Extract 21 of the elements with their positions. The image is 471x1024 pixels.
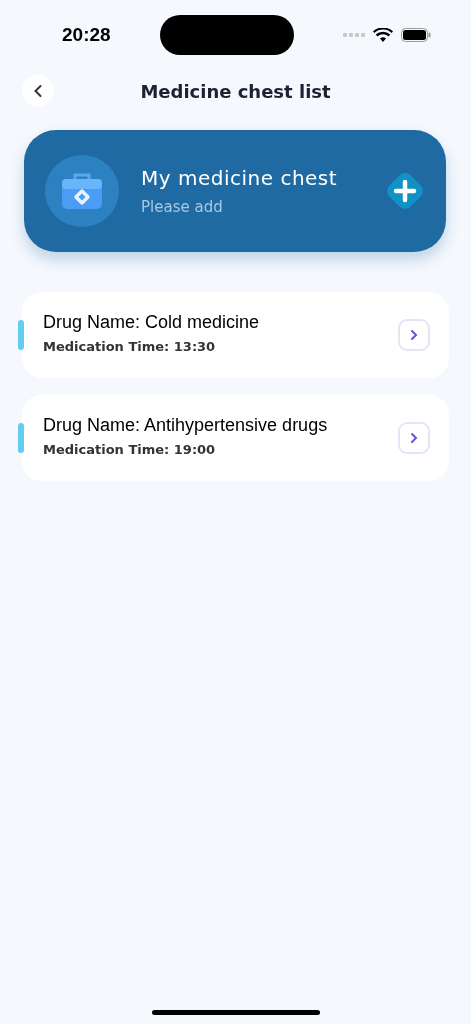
back-button[interactable] — [22, 75, 54, 107]
battery-icon — [401, 28, 431, 42]
medical-case-icon — [60, 171, 104, 211]
accent-bar — [18, 423, 24, 453]
chevron-left-icon — [33, 84, 43, 98]
status-time: 20:28 — [62, 24, 111, 46]
medication-time: Medication Time: 13:30 — [43, 339, 217, 354]
drug-name: Drug Name: Cold medicine — [43, 312, 261, 333]
accent-bar — [18, 320, 24, 350]
medication-time: Medication Time: 19:00 — [43, 442, 217, 457]
chevron-right-icon — [410, 432, 418, 444]
drug-name: Drug Name: Antihypertensive drugs — [43, 415, 329, 436]
signal-icon — [343, 32, 365, 38]
page-title: Medicine chest list — [140, 80, 331, 102]
detail-button[interactable] — [398, 422, 430, 454]
medicine-chest-card[interactable]: My medicine chest Please add — [24, 130, 446, 252]
detail-button[interactable] — [398, 319, 430, 351]
chest-title: My medicine chest — [141, 166, 339, 190]
wifi-icon — [373, 27, 393, 43]
chevron-right-icon — [410, 329, 418, 341]
chest-subtitle: Please add — [141, 198, 224, 216]
